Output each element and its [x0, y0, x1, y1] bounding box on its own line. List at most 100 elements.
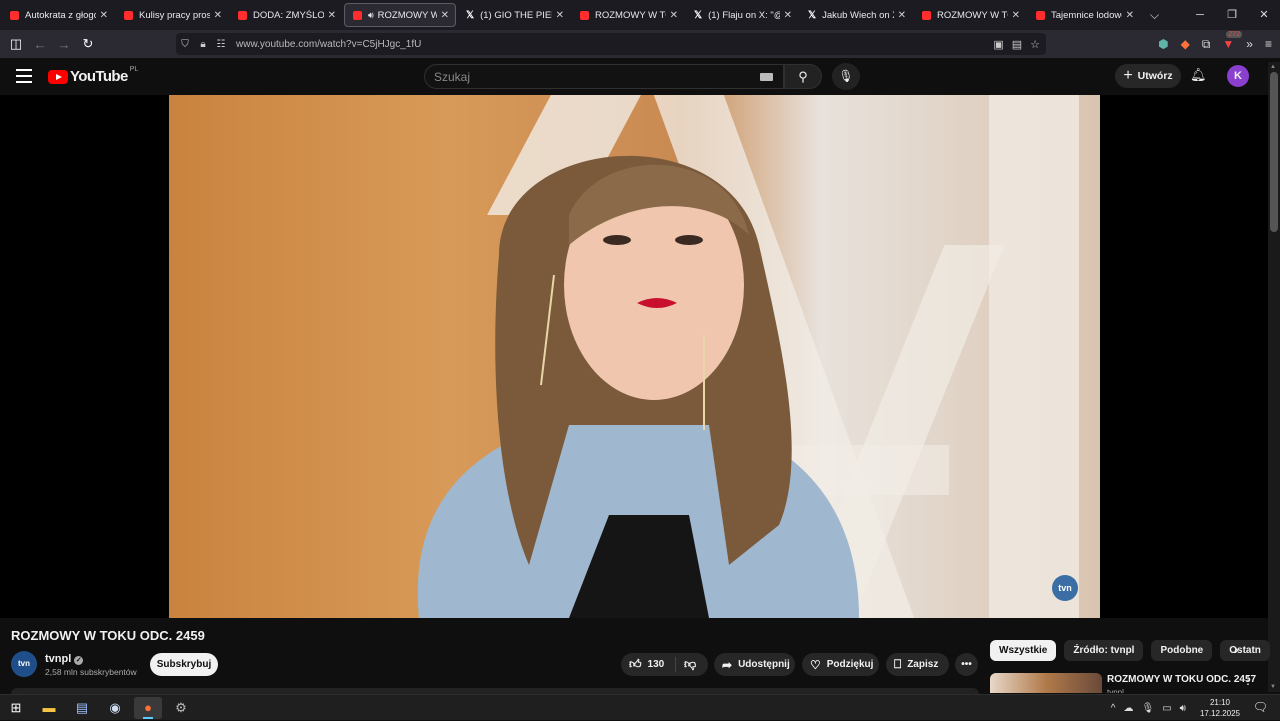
address-bar[interactable]: ⛉ 🔒︎ ☷ www.youtube.com/watch?v=C5jHJgc_1…	[176, 33, 1046, 55]
thanks-button[interactable]: ♡ Podziękuj	[802, 653, 879, 676]
forward-icon[interactable]: →	[52, 37, 76, 52]
guide-menu-icon[interactable]	[16, 69, 32, 83]
file-explorer-icon[interactable]: ▬	[35, 697, 63, 719]
fox-extension-icon[interactable]: ◆	[1181, 37, 1190, 51]
browser-tab[interactable]: 🔊︎ROZMOWY W TO ✕	[344, 3, 456, 27]
browser-tab[interactable]: DODA: ZMYŚLONE Z ✕	[230, 3, 342, 27]
steam-icon[interactable]: ◉	[101, 697, 129, 719]
browser-tab[interactable]: 𝕏 Jakub Wiech on X: "Z ✕	[800, 3, 912, 27]
channel-avatar[interactable]: tvn	[11, 651, 37, 677]
privacy-extension-icon[interactable]: ⬢	[1158, 37, 1168, 51]
network-icon[interactable]: ▭	[1162, 703, 1171, 714]
microphone-icon: 🎙︎	[838, 69, 854, 83]
youtube-play-icon	[48, 69, 68, 84]
video-frame[interactable]: tvn	[169, 95, 1100, 618]
bookmark-icon: ⎕	[894, 657, 902, 671]
close-tab-icon[interactable]: ✕	[1126, 10, 1134, 21]
dislike-button[interactable]: 👎︎	[676, 657, 696, 672]
back-icon[interactable]: ←	[28, 37, 52, 52]
microphone-tray-icon[interactable]: 🎙︎	[1141, 703, 1154, 714]
subscribe-button[interactable]: Subskrybuj	[150, 653, 218, 676]
restore-icon[interactable]: ❐	[1216, 0, 1248, 30]
search-input[interactable]	[425, 65, 745, 88]
recommended-channel[interactable]: tvnpl	[1107, 688, 1124, 693]
app-icon[interactable]: ⚙	[167, 697, 195, 719]
browser-tab[interactable]: 𝕏 (1) GIO THE PIEKIELN ✕	[458, 3, 570, 27]
close-tab-icon[interactable]: ✕	[556, 10, 564, 21]
counter-extension-icon[interactable]: ▼ 272	[1222, 31, 1243, 51]
browser-tab[interactable]: 𝕏 (1) Flaju on X: "@ma ✕	[686, 3, 798, 27]
tab-title: Kulisy pracy prostytu	[139, 9, 210, 21]
recommended-video[interactable]: ROZMOWY W TOKU ODC. 2457 tvnpl ⋮	[990, 673, 1260, 693]
volume-icon[interactable]: 🔊︎	[1180, 703, 1186, 714]
close-tab-icon[interactable]: ✕	[670, 10, 678, 21]
browser-tab[interactable]: Kulisy pracy prostytu ✕	[116, 3, 228, 27]
picture-in-picture-icon[interactable]: ▣	[993, 38, 1003, 51]
notifications-bell-icon[interactable]: 🔔︎	[1190, 67, 1207, 83]
x-icon: 𝕏	[694, 9, 703, 21]
search-button[interactable]: ⚲	[784, 64, 822, 89]
reader-view-icon[interactable]: ▤	[1012, 38, 1022, 51]
control-panel-icon[interactable]: ▤	[68, 697, 96, 719]
list-all-tabs-icon[interactable]: ⌵	[1150, 8, 1159, 23]
browser-tab[interactable]: Autokrata z głogowsk ✕	[2, 3, 114, 27]
url-text[interactable]: www.youtube.com/watch?v=C5jHJgc_1fU	[236, 39, 421, 50]
scrollbar-thumb[interactable]	[1270, 72, 1278, 232]
like-button[interactable]: 👍︎ 130	[621, 657, 676, 672]
lock-icon[interactable]: 🔒︎	[194, 39, 212, 50]
onedrive-icon[interactable]: ☁	[1123, 703, 1133, 714]
chip-related[interactable]: Podobne	[1151, 640, 1213, 661]
browser-tab[interactable]: ROZMOWY W TOKU ✕	[572, 3, 684, 27]
share-button[interactable]: ➦ Udostępnij	[714, 653, 795, 676]
speaker-icon[interactable]: 🔊︎	[368, 10, 374, 21]
shield-icon[interactable]: ⛉	[176, 39, 194, 50]
scroll-up-icon[interactable]: ▲	[1270, 64, 1276, 70]
chip-recent[interactable]: Ostatn	[1220, 640, 1270, 661]
close-tab-icon[interactable]: ✕	[100, 10, 108, 21]
browser-tab[interactable]: Tajemnice lodowca - ✕	[1028, 3, 1140, 27]
page-scrollbar[interactable]: ▲ ▼	[1268, 62, 1280, 692]
extensions-icon[interactable]: ⧉	[1202, 37, 1211, 52]
close-tab-icon[interactable]: ✕	[898, 10, 906, 21]
sidebar-icon[interactable]: ◫	[4, 36, 28, 52]
close-tab-icon[interactable]: ✕	[441, 10, 449, 21]
person-figure	[417, 155, 859, 618]
chip-source[interactable]: Źródło: tvnpl	[1064, 640, 1144, 661]
close-tab-icon[interactable]: ✕	[214, 10, 222, 21]
channel-name-row[interactable]: tvnpl ✓	[45, 653, 84, 665]
clock[interactable]: 21:10 17.12.2025	[1200, 697, 1240, 719]
notification-center-icon[interactable]: 🗨︎	[1253, 700, 1268, 714]
youtube-logo[interactable]: YouTube PL	[48, 66, 138, 85]
close-window-icon[interactable]: ✕	[1248, 0, 1280, 30]
reload-icon[interactable]: ↻	[76, 36, 100, 52]
save-button[interactable]: ⎕ Zapisz	[886, 653, 949, 676]
video-player[interactable]: tvn	[0, 95, 1268, 618]
chip-all[interactable]: Wszystkie	[990, 640, 1057, 661]
app-menu-icon[interactable]: ≡	[1265, 37, 1272, 51]
tray-chevron-icon[interactable]: ^	[1111, 703, 1116, 714]
recommended-thumbnail[interactable]	[990, 673, 1102, 693]
recommended-title[interactable]: ROZMOWY W TOKU ODC. 2457	[1107, 674, 1256, 685]
close-tab-icon[interactable]: ✕	[1012, 10, 1020, 21]
save-label: Zapisz	[907, 659, 939, 670]
more-actions-button[interactable]: •••	[955, 653, 978, 676]
windows-start-icon[interactable]: ⊞	[2, 697, 30, 719]
chevron-right-icon[interactable]: ›	[1234, 641, 1239, 657]
close-tab-icon[interactable]: ✕	[328, 10, 336, 21]
firefox-icon[interactable]: ●	[134, 697, 162, 719]
youtube-icon	[353, 10, 362, 20]
close-tab-icon[interactable]: ✕	[784, 10, 792, 21]
account-avatar[interactable]: K	[1227, 65, 1249, 87]
channel-name[interactable]: tvnpl	[45, 653, 71, 665]
scroll-down-icon[interactable]: ▼	[1270, 684, 1276, 690]
create-button[interactable]: + Utwórz	[1115, 64, 1181, 88]
minimize-icon[interactable]: ─	[1184, 0, 1216, 30]
overflow-menu-icon[interactable]: »	[1246, 37, 1253, 51]
voice-search-button[interactable]: 🎙︎	[832, 63, 860, 90]
kebab-menu-icon[interactable]: ⋮	[1242, 673, 1254, 687]
bookmark-star-icon[interactable]: ☆	[1030, 38, 1040, 51]
address-actions: ▣ ▤ ☆	[993, 38, 1040, 51]
browser-tab[interactable]: ROZMOWY W TOKU ✕	[914, 3, 1026, 27]
permissions-icon[interactable]: ☷	[212, 39, 230, 50]
keyboard-icon[interactable]	[760, 73, 773, 81]
